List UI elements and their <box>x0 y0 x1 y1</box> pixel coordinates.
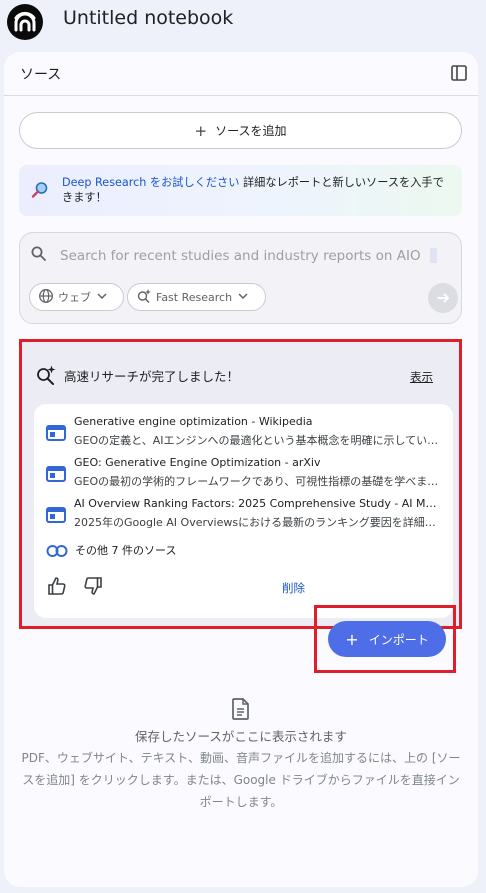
search-icon <box>30 245 48 263</box>
thumbs-down-icon[interactable] <box>82 575 104 597</box>
empty-state-title: 保存したソースがここに表示されます <box>135 729 347 744</box>
collapse-panel-icon[interactable] <box>449 63 469 83</box>
import-button-highlight: + インポート <box>314 605 456 673</box>
research-complete-title: 高速リサーチが完了しました！ <box>64 369 240 384</box>
deep-research-banner: Deep Research をお試しください 詳細なレポートと新しいソースを入手… <box>19 165 462 216</box>
import-button[interactable]: + インポート <box>328 621 446 657</box>
list-item[interactable]: GEO: Generative Engine Optimization - ar… <box>34 454 453 494</box>
add-source-button[interactable]: + ソースを追加 <box>19 112 462 149</box>
web-page-icon <box>46 506 66 524</box>
magnifier-icon <box>31 181 49 199</box>
panel-header: ソース <box>4 52 478 96</box>
chevron-down-icon <box>95 289 109 306</box>
research-search-box: ウェブ Fast Research <box>19 232 462 324</box>
more-sources-label: その他 7 件のソース <box>75 544 177 557</box>
show-results-link[interactable]: 表示 <box>410 369 433 385</box>
research-results-list: Generative engine optimization - Wikiped… <box>34 404 453 618</box>
deep-research-text: Deep Research をお試しください 詳細なレポートと新しいソースを入手… <box>62 175 452 205</box>
chevron-down-icon <box>236 289 250 306</box>
top-bar: Untitled notebook <box>0 0 486 46</box>
research-result-card: 高速リサーチが完了しました！ 表示 Generative engine opti… <box>19 339 462 673</box>
add-source-label: ソースを追加 <box>215 124 287 138</box>
web-chip-label: ウェブ <box>58 291 91 304</box>
arrow-right-icon <box>437 293 450 303</box>
sources-panel: ソース + ソースを追加 Deep Research をお試しください 詳細なレ… <box>4 52 478 887</box>
submit-research-button[interactable] <box>428 283 458 313</box>
notebook-title[interactable]: Untitled notebook <box>63 7 233 29</box>
source-description: GEOの最初の学術的フレームワークであり、可視性指標の基礎を学べます。 <box>74 475 439 488</box>
plus-icon: + <box>345 629 359 649</box>
panel-title: ソース <box>20 67 62 83</box>
source-description: 2025年のGoogle AI Overviewsにおける最新のランキング要因を… <box>74 516 439 529</box>
import-button-label: インポート <box>368 632 429 647</box>
link-icon <box>46 543 68 557</box>
delete-button[interactable]: 削除 <box>282 580 305 596</box>
plus-icon: + <box>194 121 208 140</box>
web-source-chip[interactable]: ウェブ <box>29 283 124 311</box>
research-search-input[interactable] <box>60 245 440 267</box>
web-page-icon <box>46 424 66 442</box>
text-caret <box>430 248 437 263</box>
document-icon <box>231 697 251 721</box>
web-page-icon <box>46 465 66 483</box>
fast-research-label: Fast Research <box>156 290 233 304</box>
globe-icon <box>38 288 54 307</box>
fast-research-chip[interactable]: Fast Research <box>127 283 266 311</box>
thumbs-up-icon[interactable] <box>46 575 68 597</box>
source-title: AI Overview Ranking Factors: 2025 Compre… <box>74 497 439 510</box>
list-item[interactable]: Generative engine optimization - Wikiped… <box>34 413 453 453</box>
source-title: GEO: Generative Engine Optimization - ar… <box>74 456 321 469</box>
source-description: GEOの定義と、AIエンジンへの最適化という基本概念を明確に示しています。 <box>74 434 439 447</box>
source-title: Generative engine optimization - Wikiped… <box>74 415 313 428</box>
list-item[interactable]: AI Overview Ranking Factors: 2025 Compre… <box>34 495 453 535</box>
notebooklm-logo-icon[interactable] <box>7 4 43 40</box>
deep-research-link[interactable]: Deep Research をお試しください <box>62 176 239 189</box>
empty-state-description: PDF、ウェブサイト、テキスト、動画、音声ファイルを追加するには、上の [ソース… <box>21 751 461 809</box>
sparkle-search-icon <box>136 288 152 307</box>
sparkle-search-icon <box>35 364 57 386</box>
